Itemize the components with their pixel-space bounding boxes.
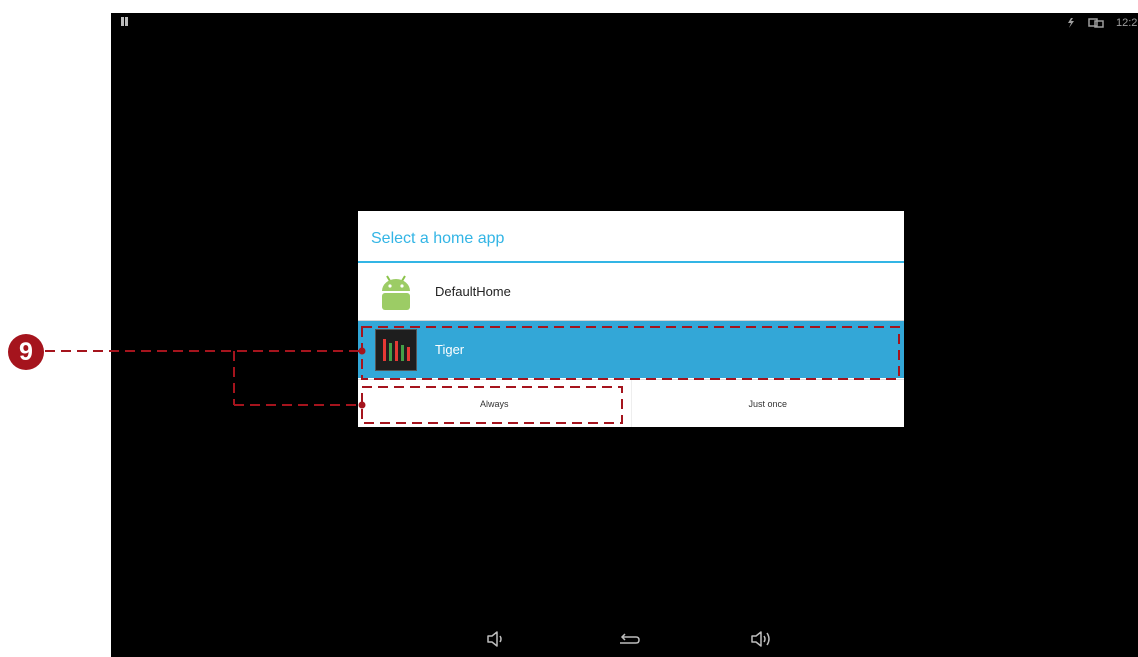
status-clock: 12:2 (1116, 17, 1138, 29)
signal-icon (1066, 17, 1076, 29)
just-once-button[interactable]: Just once (630, 380, 904, 427)
status-bar-right: 12:2 (1066, 15, 1138, 31)
app-option-label: Tiger (435, 342, 465, 357)
app-option-tiger[interactable]: Tiger (358, 321, 904, 378)
always-button[interactable]: Always (358, 380, 631, 427)
callout-badge: 9 (8, 334, 44, 370)
back-icon[interactable] (616, 629, 642, 649)
tiger-app-icon (375, 328, 417, 371)
volume-down-icon[interactable] (485, 629, 511, 649)
navigation-bar (111, 621, 1138, 657)
dialog-button-bar: Always Just once (358, 379, 904, 427)
screen-cast-icon (1088, 17, 1104, 29)
app-option-defaulthome[interactable]: DefaultHome (358, 263, 904, 321)
volume-up-icon[interactable] (749, 629, 775, 649)
dialog-title: Select a home app (358, 211, 904, 263)
android-screen: 12:2 Select a home app DefaultHome Tiger… (111, 13, 1138, 657)
select-home-app-dialog: Select a home app DefaultHome Tiger Alwa… (358, 211, 904, 427)
android-icon (374, 270, 418, 314)
app-option-label: DefaultHome (435, 284, 511, 299)
notification-pause-icon (121, 17, 128, 26)
